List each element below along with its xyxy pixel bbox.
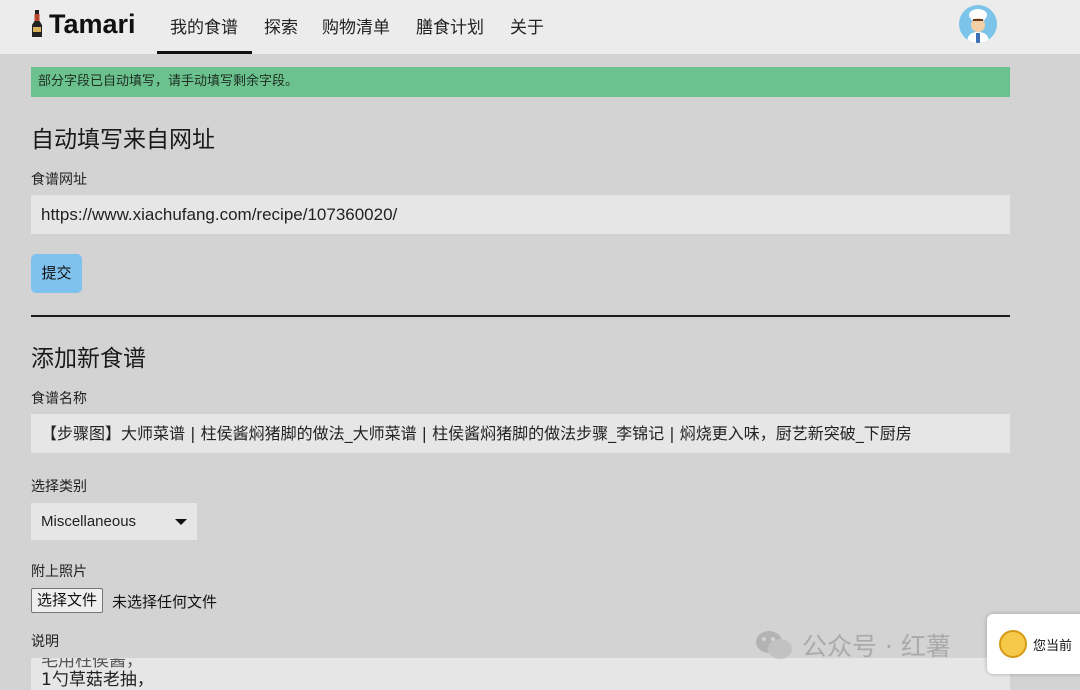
nav-link-meal-plan[interactable]: 膳食计划 — [416, 13, 484, 38]
brand-name: Tamari — [49, 8, 136, 39]
description-label: 说明 — [31, 634, 59, 650]
top-navbar: Tamari 我的食谱 探索 购物清单 膳食计划 关于 — [0, 0, 1080, 54]
recipe-url-label: 食谱网址 — [31, 172, 87, 188]
photo-label: 附上照片 — [31, 564, 87, 580]
description-line: 1勺草菇老抽， — [41, 670, 154, 690]
submit-button[interactable]: 提交 — [31, 254, 82, 293]
recipe-name-label: 食谱名称 — [31, 391, 87, 407]
file-status-text: 未选择任何文件 — [112, 593, 218, 611]
category-select[interactable]: Miscellaneous — [31, 503, 197, 540]
watermark-text: 公众号 · 红薯 — [802, 632, 951, 661]
choose-file-button[interactable]: 选择文件 — [31, 588, 104, 613]
avatar[interactable] — [959, 5, 997, 43]
recipe-url-input[interactable]: https://www.xiachufang.com/recipe/107360… — [31, 195, 1010, 234]
nav-link-my-recipes[interactable]: 我的食谱 — [170, 13, 238, 38]
wechat-icon — [756, 631, 792, 659]
active-tab-indicator — [157, 51, 252, 54]
nav-link-shopping-list[interactable]: 购物清单 — [322, 13, 390, 38]
chat-popup-text: 您当前 — [1033, 639, 1073, 654]
category-label: 选择类别 — [31, 479, 87, 495]
chat-popup[interactable]: 您当前 — [987, 614, 1080, 674]
chevron-down-icon — [175, 519, 187, 525]
nav-link-explore[interactable]: 探索 — [264, 13, 298, 38]
brand-logo[interactable]: Tamari — [30, 8, 136, 40]
smiley-icon — [999, 630, 1027, 658]
sauce-bottle-icon — [32, 10, 42, 37]
section-divider — [31, 315, 1010, 317]
autofill-heading: 自动填写来自网址 — [31, 127, 215, 153]
wechat-watermark: 公众号 · 红薯 — [754, 627, 951, 663]
nav-link-about[interactable]: 关于 — [510, 13, 544, 38]
new-recipe-heading: 添加新食谱 — [31, 346, 146, 372]
recipe-name-input[interactable]: 【步骤图】大师菜谱 | 柱侯酱焖猪脚的做法_大师菜谱 | 柱侯酱焖猪脚的做法步骤… — [31, 414, 1010, 453]
category-selected-value: Miscellaneous — [41, 513, 137, 530]
chef-avatar-icon — [967, 9, 989, 43]
autofill-alert: 部分字段已自动填写，请手动填写剩余字段。 — [31, 67, 1010, 97]
